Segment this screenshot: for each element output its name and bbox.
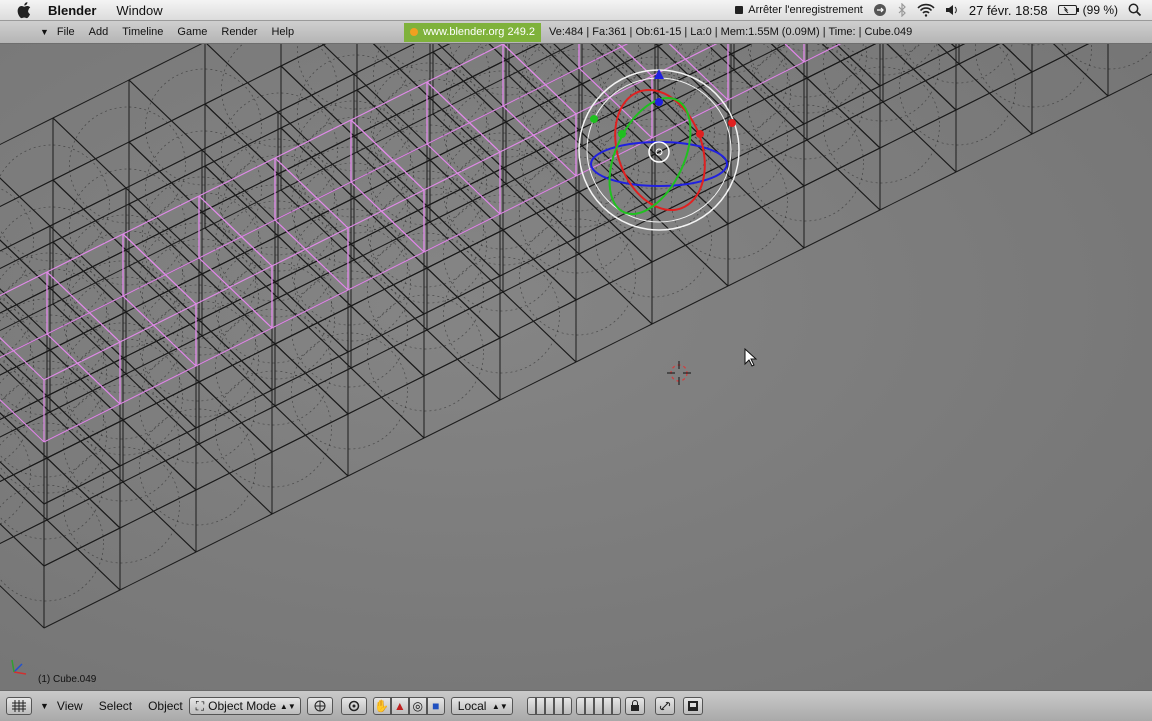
blender-logo-icon (410, 28, 418, 36)
orientation-arrow-icon: ▲▼ (492, 702, 508, 711)
rotate-icon: ◎ (413, 699, 423, 713)
menu-add[interactable]: Add (89, 26, 109, 38)
blender-website-label: www.blender.org 249.2 (423, 26, 535, 38)
bluetooth-icon[interactable] (897, 3, 907, 17)
orientation-select[interactable]: Local ▲▼ (451, 697, 513, 715)
menu-timeline[interactable]: Timeline (122, 26, 163, 38)
menu-render[interactable]: Render (221, 26, 257, 38)
lock-layers-button[interactable] (625, 697, 645, 715)
layer-button[interactable] (585, 697, 594, 715)
layer-buttons-group-1 (527, 697, 572, 715)
spotlight-icon[interactable] (1128, 3, 1142, 17)
mode-select[interactable]: ⛶ Object Mode ▲▼ (189, 697, 301, 715)
mode-arrow-icon: ▲▼ (280, 702, 296, 711)
battery-percent: (99 %) (1083, 3, 1118, 17)
menu-select[interactable]: Select (99, 699, 132, 713)
blender-info-header: ▼ File Add Timeline Game Render Help www… (0, 21, 1152, 44)
link-button[interactable] (655, 697, 675, 715)
layer-button[interactable] (527, 697, 536, 715)
apple-icon[interactable] (16, 1, 34, 19)
layer-button[interactable] (576, 697, 585, 715)
mac-menu-bar: Blender Window Arrêter l'enregistrement … (0, 0, 1152, 21)
collapse-menu-icon[interactable]: ▼ (40, 701, 49, 711)
layer-button[interactable] (594, 697, 603, 715)
lock-icon (630, 700, 640, 712)
layer-button[interactable] (554, 697, 563, 715)
3d-viewport[interactable]: (1) Cube.049 (0, 44, 1152, 690)
pivot-icon (348, 700, 360, 712)
draw-type-button[interactable] (307, 697, 333, 715)
render-icon (687, 700, 699, 712)
3d-view-header: ▼ View Select Object ⛶ Object Mode ▲▼ ✋ … (0, 690, 1152, 721)
layer-button[interactable] (612, 697, 621, 715)
sync-icon[interactable] (873, 3, 887, 17)
translate-toggle[interactable]: ▲ (391, 697, 409, 715)
clock[interactable]: 27 févr. 18:58 (969, 3, 1048, 18)
layer-button[interactable] (536, 697, 545, 715)
layer-button[interactable] (603, 697, 612, 715)
layer-button[interactable] (563, 697, 572, 715)
menu-file[interactable]: File (57, 26, 75, 38)
stop-recording-label: Arrêter l'enregistrement (748, 4, 863, 16)
menu-help[interactable]: Help (271, 26, 294, 38)
pivot-button[interactable] (341, 697, 367, 715)
draw-type-icon (314, 700, 326, 712)
translate-icon: ▲ (394, 699, 406, 713)
battery-status[interactable]: (99 %) (1058, 3, 1118, 17)
record-icon (735, 6, 743, 14)
menu-view[interactable]: View (57, 699, 83, 713)
header-collapse-icon[interactable]: ▼ (40, 27, 49, 37)
layer-button[interactable] (545, 697, 554, 715)
menu-window[interactable]: Window (116, 3, 162, 18)
mouse-pointer-icon (744, 348, 758, 368)
volume-icon[interactable] (945, 3, 959, 17)
wireframe-scene[interactable] (0, 44, 1152, 690)
hand-icon: ✋ (374, 699, 389, 713)
cube-grid (0, 44, 1152, 628)
layer-buttons-group-2 (576, 697, 621, 715)
manipulator-toggle[interactable]: ✋ (373, 697, 391, 715)
active-object-label: (1) Cube.049 (38, 674, 96, 685)
3d-cursor-icon[interactable] (664, 358, 694, 388)
scale-icon: ■ (432, 699, 439, 713)
stop-recording-item[interactable]: Arrêter l'enregistrement (735, 4, 863, 16)
wifi-icon[interactable] (917, 3, 935, 17)
blender-website-link[interactable]: www.blender.org 249.2 (404, 23, 541, 42)
link-icon (659, 700, 671, 712)
scale-toggle[interactable]: ■ (427, 697, 445, 715)
axis-gizmo-icon (6, 656, 30, 680)
scene-stats: Ve:484 | Fa:361 | Ob:61-15 | La:0 | Mem:… (549, 26, 912, 38)
menu-object[interactable]: Object (148, 699, 183, 713)
mode-select-label: Object Mode (208, 699, 276, 713)
orientation-label: Local (458, 699, 487, 713)
render-preview-button[interactable] (683, 697, 703, 715)
mode-icon: ⛶ (196, 699, 204, 714)
menu-game[interactable]: Game (177, 26, 207, 38)
editor-type-button[interactable] (6, 697, 32, 715)
rotate-toggle[interactable]: ◎ (409, 697, 427, 715)
battery-icon (1058, 4, 1080, 16)
grid-icon (12, 700, 26, 712)
app-name[interactable]: Blender (48, 3, 96, 18)
